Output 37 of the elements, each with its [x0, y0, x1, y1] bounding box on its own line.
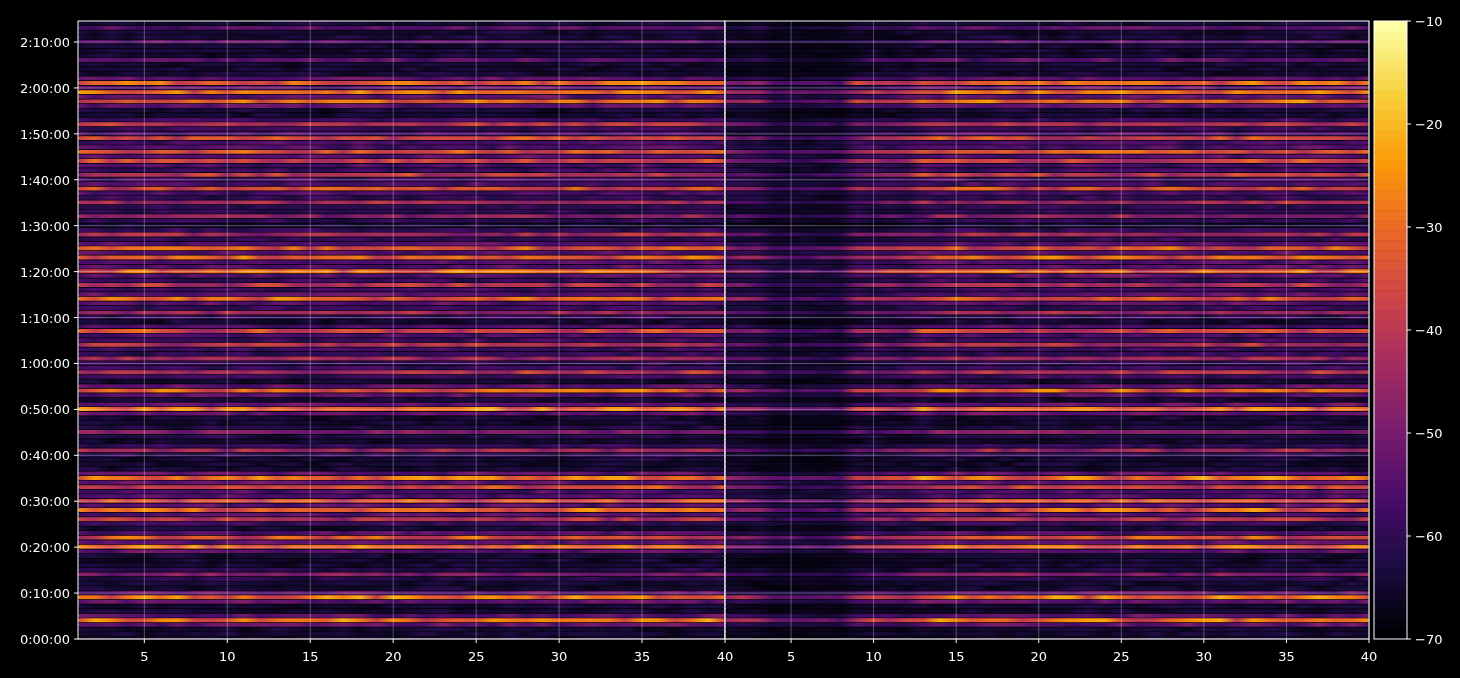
- y-axis-tick-label: 0:50:00: [19, 402, 70, 418]
- x-axis-tick-label: 10: [865, 649, 882, 664]
- x-axis-tick-label: 5: [786, 649, 796, 664]
- x-axis-tick-label: 25: [1113, 649, 1130, 664]
- y-axis-tick-label: 1:50:00: [19, 126, 70, 142]
- colorbar-tick-label: −50: [1415, 426, 1443, 441]
- y-axis-tick-label: 2:00:00: [19, 80, 70, 96]
- y-axis-tick-label: 0:20:00: [19, 540, 70, 556]
- x-axis-tick-label: 30: [550, 649, 568, 664]
- y-axis-tick-label: 1:10:00: [19, 310, 70, 326]
- colorbar-tick-label: −10: [1415, 14, 1443, 29]
- y-axis-tick-label: 0:00:00: [19, 632, 70, 647]
- x-axis-tick-label: 10: [219, 649, 236, 664]
- y-axis-tick-label: 0:10:00: [19, 586, 70, 602]
- colorbar-tick-label: −60: [1415, 529, 1443, 544]
- x-axis-tick-label: 20: [384, 649, 402, 664]
- x-axis-tick-label: 40: [716, 649, 734, 664]
- x-axis-tick-label: 35: [1278, 649, 1295, 664]
- x-axis-tick-label: 25: [467, 649, 485, 664]
- y-axis-tick-label: 1:00:00: [19, 356, 70, 372]
- y-axis-tick-label: 1:20:00: [19, 264, 70, 280]
- x-axis-tick-label: 20: [1030, 649, 1047, 664]
- y-axis-tick-label: 2:10:00: [19, 35, 70, 50]
- y-axis-tick-label: 1:30:00: [19, 218, 70, 234]
- x-axis-tick-label: 35: [633, 649, 651, 664]
- y-axis-tick-label: 0:40:00: [19, 448, 70, 464]
- x-axis-tick-label: 15: [947, 649, 965, 664]
- colorbar-tick-label: −20: [1415, 117, 1443, 132]
- colorbar-tick-label: −40: [1415, 323, 1443, 338]
- x-axis-tick-label: 5: [140, 649, 149, 664]
- x-axis-tick-label: 15: [302, 649, 319, 664]
- y-axis-tick-label: 1:40:00: [19, 172, 70, 188]
- colorbar-tick-label: −70: [1415, 632, 1443, 647]
- x-axis-tick-label: 30: [1195, 649, 1213, 664]
- x-axis-tick-label: 40: [1360, 649, 1378, 664]
- y-axis-tick-label: 0:30:00: [19, 494, 70, 510]
- colorbar-tick-label: −30: [1415, 220, 1443, 235]
